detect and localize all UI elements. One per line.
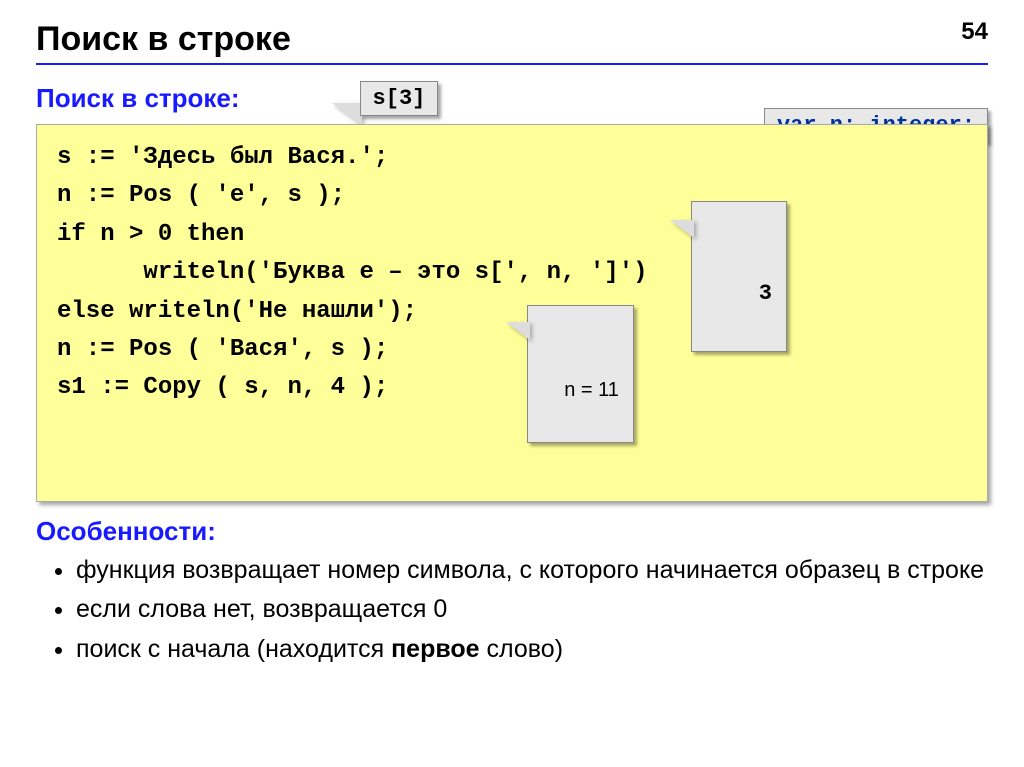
callout-result-n11: n = 11 — [527, 305, 634, 443]
feature3-post: слово) — [480, 635, 563, 663]
features-list: функция возвращает номер символа, с кото… — [54, 553, 988, 668]
callout-3-text: 3 — [759, 281, 772, 306]
callout-tail-icon — [506, 322, 530, 340]
callout-result-3: 3 — [691, 201, 787, 352]
page-title: Поиск в строке — [36, 20, 988, 59]
feature3-bold: первое — [391, 635, 480, 663]
title-underline — [36, 63, 988, 65]
list-item: функция возвращает номер символа, с кото… — [76, 553, 988, 589]
feature3-pre: поиск с начала (находится — [76, 635, 391, 663]
callout-n11-text: n = 11 — [564, 379, 619, 401]
code-block: s := 'Здесь был Вася.'; n := Pos ( 'е', … — [36, 124, 988, 502]
section-heading-features: Особенности: — [36, 516, 988, 547]
list-item: поиск с начала (находится первое слово) — [76, 632, 988, 668]
callout-tail-icon — [670, 220, 694, 238]
list-item: если слова нет, возвращается 0 — [76, 592, 988, 628]
page-number: 54 — [961, 18, 988, 46]
section-heading-search: Поиск в строке: — [36, 83, 240, 114]
callout-s3: s[3] — [360, 81, 439, 116]
callout-s3-wrap: s[3] — [360, 81, 439, 116]
callout-tail-icon — [332, 103, 362, 125]
